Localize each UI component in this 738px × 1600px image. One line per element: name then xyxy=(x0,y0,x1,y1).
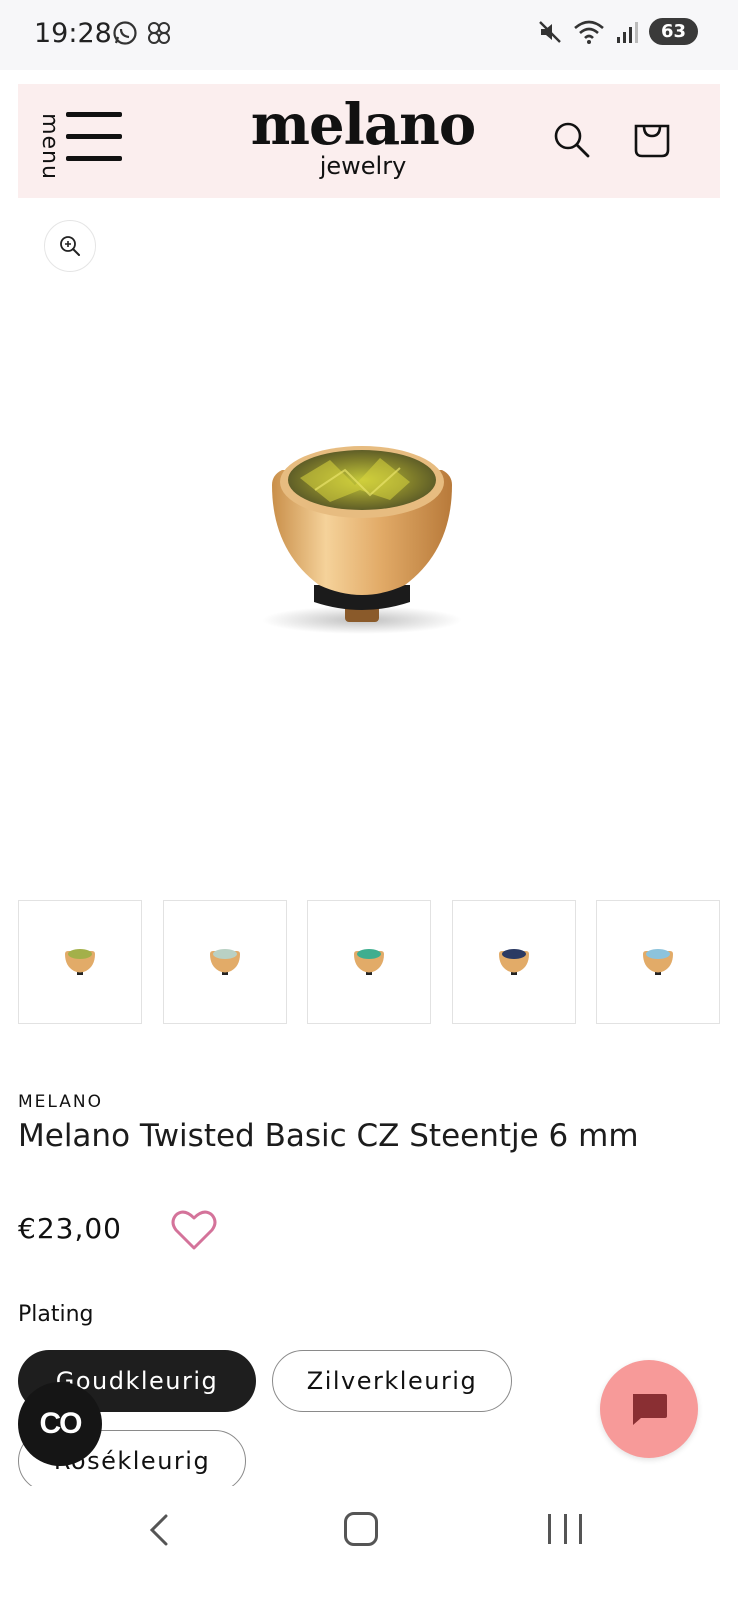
wifi-icon xyxy=(574,20,604,44)
battery-level: 63 xyxy=(648,18,698,45)
thumbnail-image xyxy=(354,949,384,975)
hamburger-menu-button[interactable] xyxy=(66,112,122,164)
product-thumbnail[interactable] xyxy=(451,900,576,1024)
product-thumbnails xyxy=(18,900,720,1024)
wishlist-heart-icon[interactable] xyxy=(170,1208,218,1252)
home-icon[interactable] xyxy=(344,1512,378,1546)
co-floating-button[interactable]: CO xyxy=(18,1382,102,1466)
product-vendor: MELANO xyxy=(18,1092,103,1112)
thumbnail-image xyxy=(498,949,529,975)
product-thumbnail[interactable] xyxy=(596,900,720,1024)
thumbnail-image xyxy=(643,949,673,975)
product-main-image[interactable] xyxy=(0,300,738,860)
brand-name: melano xyxy=(250,92,477,158)
status-time: 19:28 xyxy=(34,18,112,49)
signal-icon xyxy=(616,21,638,43)
thumbnail-image xyxy=(209,949,240,975)
site-header: menu melano jewelry xyxy=(18,84,720,198)
zoom-in-icon xyxy=(60,236,80,256)
status-left-icons xyxy=(112,20,172,46)
chat-icon xyxy=(633,1394,667,1425)
product-thumbnail[interactable] xyxy=(18,900,142,1024)
product-thumbnail[interactable] xyxy=(162,900,287,1024)
thumbnail-image xyxy=(65,949,95,975)
plating-label: Plating xyxy=(18,1302,94,1327)
brand-logo[interactable]: melano jewelry xyxy=(238,94,488,180)
status-right-icons: 63 xyxy=(537,18,698,45)
product-thumbnail[interactable] xyxy=(307,900,431,1024)
system-nav-bar xyxy=(0,1486,738,1600)
search-icon[interactable] xyxy=(552,120,592,160)
zoom-button[interactable] xyxy=(44,220,96,272)
recent-apps-icon[interactable] xyxy=(548,1514,582,1546)
pinwheel-icon xyxy=(148,22,170,44)
plating-option-zilverkleurig[interactable]: Zilverkleurig xyxy=(272,1350,512,1412)
status-bar: 19:28 63 xyxy=(0,0,738,70)
menu-label[interactable]: menu xyxy=(32,113,68,180)
chat-button[interactable] xyxy=(600,1360,698,1458)
product-price: €23,00 xyxy=(18,1212,122,1245)
product-title: Melano Twisted Basic CZ Steentje 6 mm xyxy=(18,1118,639,1154)
cart-icon[interactable] xyxy=(630,116,674,160)
mute-icon xyxy=(539,20,561,43)
whatsapp-icon xyxy=(113,21,137,45)
back-icon[interactable] xyxy=(142,1510,178,1550)
product-image xyxy=(262,446,462,634)
